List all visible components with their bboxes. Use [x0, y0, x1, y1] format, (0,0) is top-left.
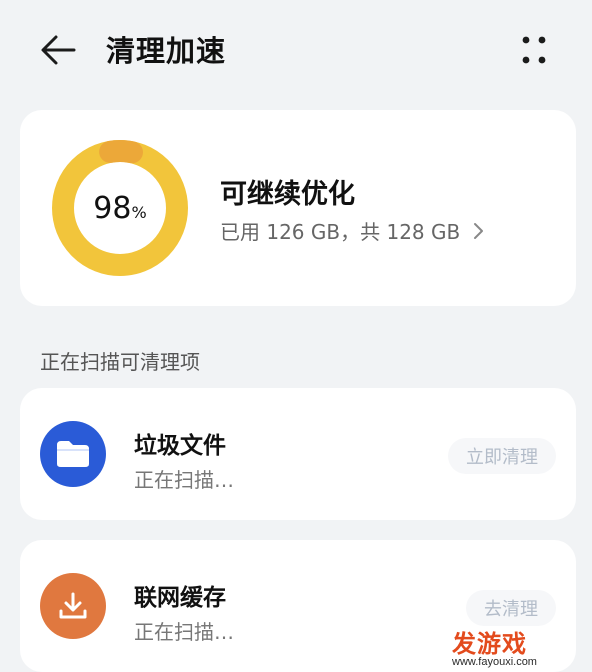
- storage-usage-link[interactable]: 已用 126 GB，共 128 GB: [220, 216, 488, 245]
- storage-usage-text: 已用 126 GB，共 128 GB: [220, 220, 461, 244]
- download-icon: [40, 573, 106, 639]
- section-label: 正在扫描可清理项: [40, 350, 200, 374]
- item-state: 正在扫描…: [134, 468, 234, 492]
- clean-now-button[interactable]: 立即清理: [448, 438, 556, 474]
- watermark-url: www.fayouxi.com: [452, 656, 537, 668]
- watermark: 发游戏 www.fayouxi.com: [452, 624, 592, 672]
- storage-card[interactable]: 98 % 可继续优化 已用 126 GB，共 128 GB: [20, 110, 576, 306]
- item-name: 联网缓存: [134, 585, 226, 611]
- more-dots-icon[interactable]: [512, 30, 556, 70]
- storage-percent-number: 98: [93, 190, 132, 226]
- storage-percent-sign: %: [131, 202, 147, 222]
- chevron-right-icon: [474, 222, 484, 239]
- item-state: 正在扫描…: [134, 620, 234, 644]
- go-clean-button[interactable]: 去清理: [466, 590, 556, 626]
- folder-icon: [40, 421, 106, 487]
- storage-status: 可继续优化: [220, 179, 355, 210]
- page-title: 清理加速: [106, 34, 227, 68]
- item-name: 垃圾文件: [134, 433, 226, 459]
- arrow-left-icon[interactable]: [36, 30, 80, 70]
- list-item-junk-files[interactable]: 垃圾文件 正在扫描… 立即清理: [20, 388, 576, 520]
- header: 清理加速: [0, 0, 592, 100]
- watermark-brand: 发游戏: [452, 630, 527, 658]
- storage-percent: 98 %: [48, 136, 192, 280]
